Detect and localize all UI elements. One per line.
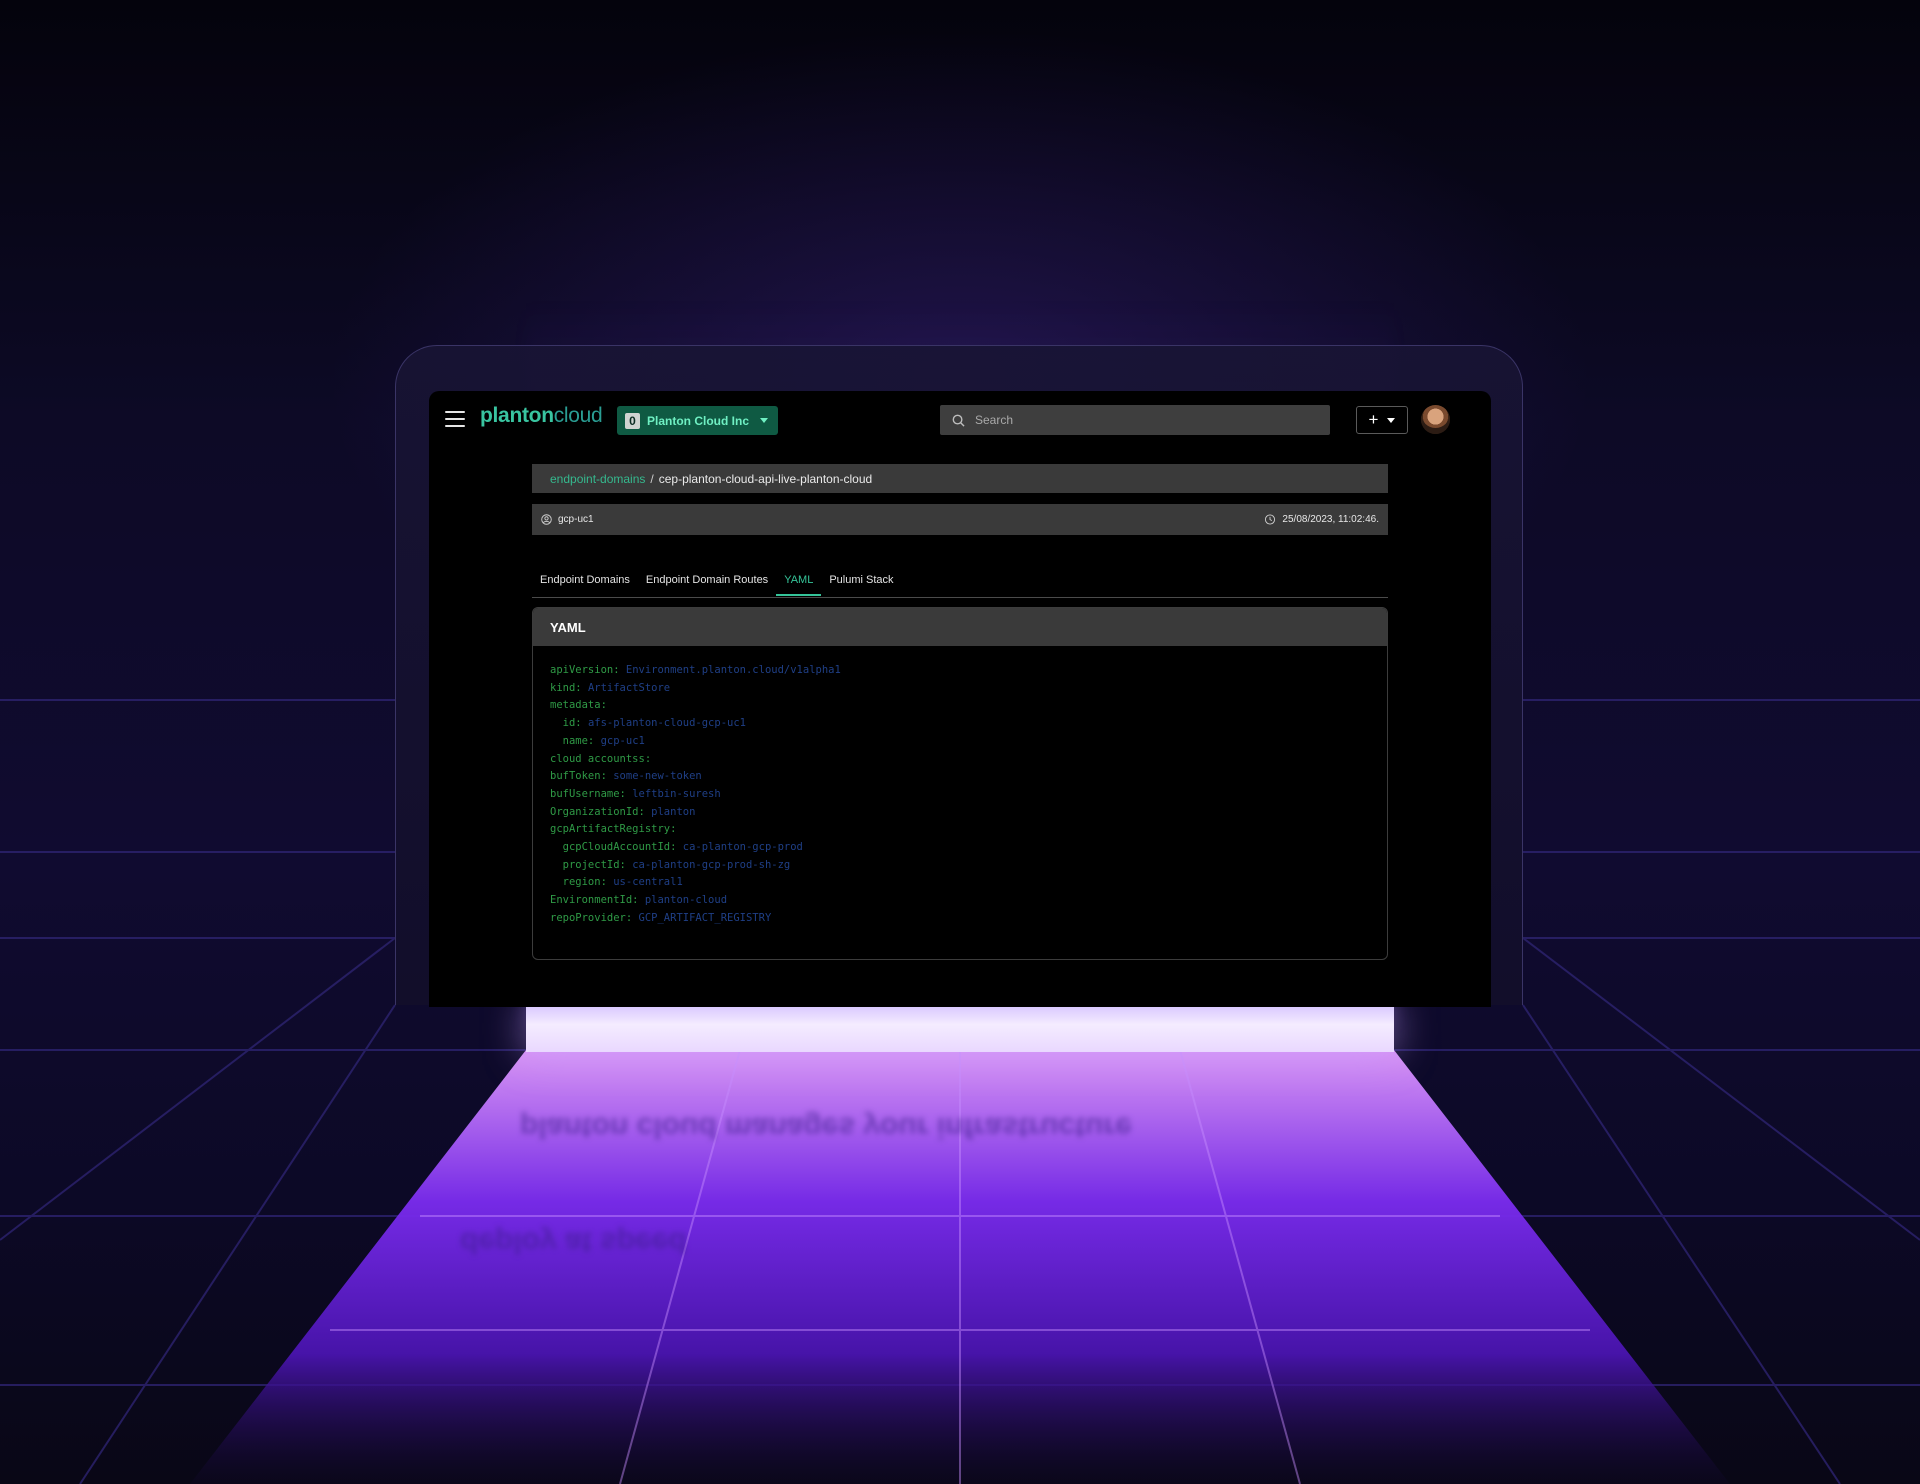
logo[interactable]: plantoncloud xyxy=(480,404,603,428)
yaml-value: ArtifactStore xyxy=(587,681,671,694)
yaml-line: OrganizationId: planton xyxy=(550,804,1370,822)
avatar[interactable] xyxy=(1421,405,1450,434)
resource-meta-bar: gcp-uc1 25/08/2023, 11:02:46. xyxy=(532,504,1388,535)
search-icon xyxy=(952,414,965,427)
yaml-key: gcpCloudAccountId: xyxy=(550,841,677,854)
yaml-line: projectId: ca-planton-gcp-prod-sh-zg xyxy=(550,857,1370,875)
breadcrumb: endpoint-domains / cep-planton-cloud-api… xyxy=(532,464,1388,493)
yaml-value: some-new-token xyxy=(613,770,702,783)
yaml-line: bufUsername: leftbin-suresh xyxy=(550,786,1370,804)
yaml-value: gcp-uc1 xyxy=(600,734,645,747)
search-bar xyxy=(940,405,1330,435)
yaml-key: metadata: xyxy=(550,699,607,712)
yaml-key: projectId: xyxy=(550,858,626,871)
yaml-panel: YAML apiVersion: Environment.planton.clo… xyxy=(532,607,1388,960)
yaml-line: apiVersion: Environment.planton.cloud/v1… xyxy=(550,662,1370,680)
yaml-value: leftbin-suresh xyxy=(632,787,721,800)
org-switcher[interactable]: 0 Planton Cloud Inc xyxy=(617,406,778,435)
environment-name: gcp-uc1 xyxy=(558,514,594,525)
timestamp: 25/08/2023, 11:02:46. xyxy=(1282,514,1379,525)
yaml-value: afs-planton-cloud-gcp-uc1 xyxy=(587,717,746,730)
yaml-key: OrganizationId: xyxy=(550,805,645,818)
yaml-value: planton-cloud xyxy=(644,894,728,907)
yaml-line: gcpCloudAccountId: ca-planton-gcp-prod xyxy=(550,839,1370,857)
org-badge: 0 xyxy=(625,412,640,429)
tab-endpoint-domains[interactable]: Endpoint Domains xyxy=(532,573,638,596)
yaml-panel-title: YAML xyxy=(533,608,1387,646)
timestamp-info: 25/08/2023, 11:02:46. xyxy=(1264,514,1379,525)
environment-info: gcp-uc1 xyxy=(541,514,594,525)
breadcrumb-current: cep-planton-cloud-api-live-planton-cloud xyxy=(658,471,873,486)
yaml-key: bufUsername: xyxy=(550,787,626,800)
chevron-down-icon xyxy=(760,418,768,423)
yaml-value: us-central1 xyxy=(613,876,683,889)
yaml-value: planton xyxy=(651,805,696,818)
yaml-key: EnvironmentId: xyxy=(550,894,639,907)
yaml-line: gcpArtifactRegistry: xyxy=(550,821,1370,839)
yaml-line: region: us-central1 xyxy=(550,874,1370,892)
tab-bar: Endpoint Domains Endpoint Domain Routes … xyxy=(532,573,1388,598)
yaml-value: Environment.planton.cloud/v1alpha1 xyxy=(625,664,841,676)
chevron-down-icon xyxy=(1387,417,1396,423)
app-screen: plantoncloud 0 Planton Cloud Inc + endpo… xyxy=(429,391,1491,1007)
plus-icon: + xyxy=(1368,410,1379,429)
tab-endpoint-domain-routes[interactable]: Endpoint Domain Routes xyxy=(638,573,776,596)
yaml-key: kind: xyxy=(550,681,582,694)
yaml-key: region: xyxy=(550,876,607,889)
yaml-key: name: xyxy=(550,734,595,747)
logo-primary: planton xyxy=(480,404,554,427)
logo-secondary: cloud xyxy=(553,404,603,427)
menu-icon[interactable] xyxy=(445,411,465,427)
yaml-value: GCP_ARTIFACT_REGISTRY xyxy=(638,911,772,924)
breadcrumb-parent-link[interactable]: endpoint-domains xyxy=(550,472,645,486)
breadcrumb-separator: / xyxy=(650,471,654,486)
yaml-value: ca-planton-gcp-prod xyxy=(682,841,803,854)
yaml-key: cloud accountss: xyxy=(550,752,652,765)
clock-icon xyxy=(1265,514,1276,525)
yaml-line: cloud accountss: xyxy=(550,751,1370,769)
yaml-key: apiVersion: xyxy=(550,664,620,676)
yaml-key: bufToken: xyxy=(550,770,607,783)
laptop-base-glow xyxy=(526,1006,1394,1052)
org-name: Planton Cloud Inc xyxy=(647,413,749,428)
create-button[interactable]: + xyxy=(1356,406,1408,434)
yaml-key: id: xyxy=(550,717,582,730)
yaml-line: id: afs-planton-cloud-gcp-uc1 xyxy=(550,715,1370,733)
yaml-line: kind: ArtifactStore xyxy=(550,680,1370,698)
search-input[interactable] xyxy=(973,412,1307,428)
tab-yaml[interactable]: YAML xyxy=(776,573,822,596)
user-circle-icon xyxy=(541,514,552,525)
yaml-key: repoProvider: xyxy=(550,911,633,924)
yaml-line: repoProvider: GCP_ARTIFACT_REGISTRY xyxy=(550,910,1370,928)
yaml-key: gcpArtifactRegistry: xyxy=(550,823,677,836)
yaml-line: bufToken: some-new-token xyxy=(550,768,1370,786)
screen-reflection: deploy at speed xyxy=(460,1226,687,1259)
yaml-line: metadata: xyxy=(550,697,1370,715)
top-bar: plantoncloud 0 Planton Cloud Inc + xyxy=(429,391,1491,447)
yaml-code-viewer[interactable]: apiVersion: Environment.planton.cloud/v1… xyxy=(533,646,1387,944)
screen-reflection: planton cloud manages your infrastructur… xyxy=(520,1111,1132,1144)
yaml-line: name: gcp-uc1 xyxy=(550,733,1370,751)
yaml-line: EnvironmentId: planton-cloud xyxy=(550,892,1370,910)
yaml-value: ca-planton-gcp-prod-sh-zg xyxy=(632,858,791,871)
tab-pulumi-stack[interactable]: Pulumi Stack xyxy=(821,573,901,596)
